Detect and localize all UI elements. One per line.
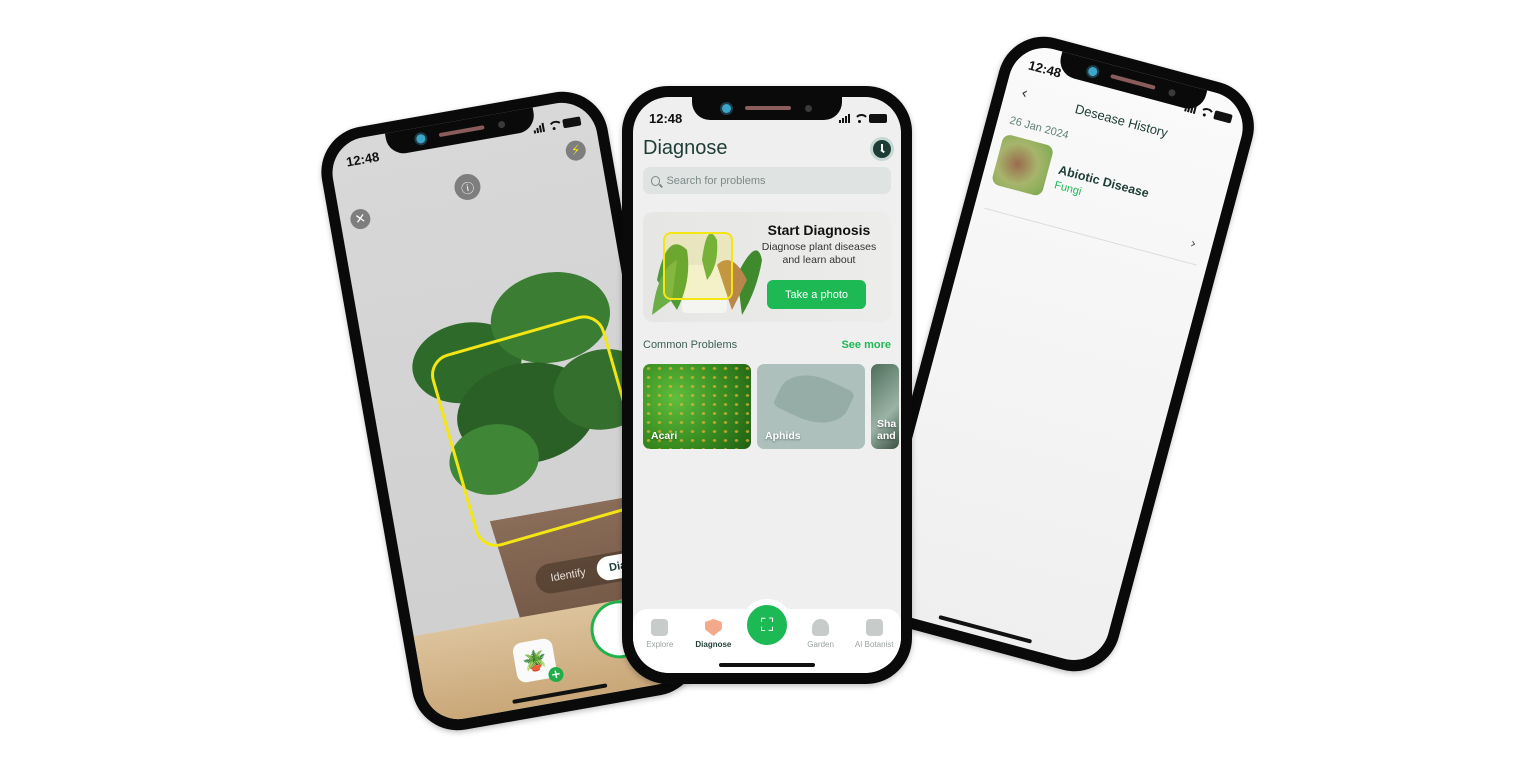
phone-history: 12:48 ‹ Desease History 26 Jan 2024 Abio… <box>853 26 1265 682</box>
explore-icon <box>651 619 669 636</box>
garden-icon <box>812 619 830 636</box>
ai-botanist-icon <box>865 619 883 636</box>
tab-ai-botanist[interactable]: AI Botanist <box>848 619 900 649</box>
scan-icon: ⛶ <box>760 614 774 636</box>
card-label: Aphids <box>765 430 801 442</box>
promo-subtitle: Diagnose plant diseases and learn about <box>761 241 877 266</box>
clock-icon[interactable] <box>873 139 891 158</box>
problem-card-aphids[interactable]: Aphids <box>757 364 865 449</box>
see-more-link[interactable]: See more <box>841 339 891 351</box>
scan-button[interactable]: ⛶ <box>741 599 793 651</box>
problem-cards: Acari Aphids Sha and <box>643 364 899 449</box>
tab-label: Diagnose <box>695 640 732 649</box>
promo-title: Start Diagnosis <box>767 222 871 238</box>
page-title: Diagnose <box>643 137 728 159</box>
diagnose-screen: 12:48 Diagnose Search for problems Start… <box>633 97 901 673</box>
common-problems-header: Common Problems See more <box>643 339 891 351</box>
header: Diagnose <box>643 137 891 160</box>
home-indicator <box>719 663 815 667</box>
wifi-icon <box>547 120 559 131</box>
lightning-icon[interactable]: ⚡ <box>564 139 588 163</box>
tab-explore[interactable]: Explore <box>634 619 686 649</box>
plant-thumbnail-icon: 🪴 <box>520 646 550 675</box>
scan-frame <box>663 232 733 300</box>
problem-card-acari[interactable]: Acari <box>643 364 751 449</box>
history-item[interactable]: Abiotic Disease Fungi › <box>984 133 1217 266</box>
info-icon[interactable]: ⓘ <box>452 171 483 203</box>
home-indicator <box>938 614 1033 644</box>
battery-icon <box>869 113 887 123</box>
search-input[interactable] <box>666 174 883 187</box>
start-diagnosis-card: Start Diagnosis Diagnose plant diseases … <box>643 212 891 322</box>
tab-label: Garden <box>807 640 834 649</box>
status-time: 12:48 <box>344 148 381 170</box>
battery-icon <box>562 115 582 128</box>
search-icon <box>651 175 661 186</box>
chevron-right-icon: › <box>1188 235 1199 253</box>
status-time: 12:48 <box>1027 57 1064 81</box>
status-time: 12:48 <box>649 110 683 126</box>
take-photo-button[interactable]: Take a photo <box>767 280 866 309</box>
search-bar <box>643 167 891 194</box>
app-showcase: 12:48 ✕ ⓘ ⚡ Identify 🪴 + 12:48 ‹ Desease… <box>0 0 1536 768</box>
history-screen: 12:48 ‹ Desease History 26 Jan 2024 Abio… <box>867 39 1251 669</box>
leaf-icon <box>772 364 856 435</box>
signal-icon <box>533 122 545 134</box>
promo-text: Start Diagnosis Diagnose plant diseases … <box>755 222 883 267</box>
phone-diagnose: 12:48 Diagnose Search for problems Start… <box>622 86 912 684</box>
tab-diagnose[interactable]: Diagnose <box>687 619 739 649</box>
tab-garden[interactable]: Garden <box>795 619 847 649</box>
notch <box>692 97 842 120</box>
status-icons <box>839 113 887 123</box>
wifi-icon <box>1199 106 1212 118</box>
signal-icon <box>839 113 850 123</box>
diagnose-shield-icon <box>704 619 722 636</box>
section-title: Common Problems <box>643 339 738 351</box>
tab-label: Explore <box>646 640 674 649</box>
tab-label: AI Botanist <box>854 640 894 649</box>
wifi-icon <box>854 113 869 123</box>
status-icons <box>533 115 582 134</box>
battery-icon <box>1213 109 1233 124</box>
card-label: Sha and <box>877 418 897 442</box>
gallery-button[interactable]: 🪴 + <box>511 637 565 684</box>
card-label: Acari <box>651 430 678 442</box>
problem-card-partial[interactable]: Sha and <box>871 364 899 449</box>
close-icon[interactable]: ✕ <box>348 207 372 231</box>
disease-thumbnail <box>990 133 1055 197</box>
